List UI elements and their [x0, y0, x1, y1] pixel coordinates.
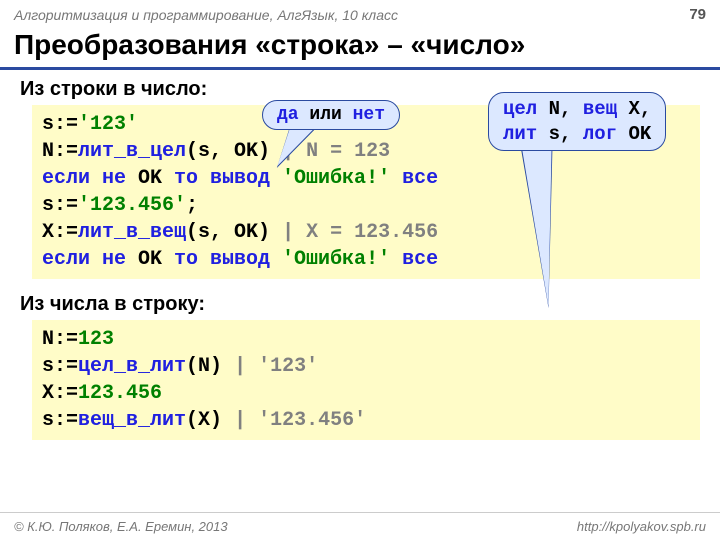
- code-block-2: N:=123 s:=цел_в_лит(N) | '123' X:=123.45…: [32, 320, 700, 440]
- txt: OK: [126, 167, 174, 190]
- slide-footer: © К.Ю. Поляков, Е.А. Еремин, 2013 http:/…: [0, 512, 720, 540]
- kw: цел_в_лит: [78, 355, 186, 378]
- kw: да: [277, 105, 299, 125]
- code-line: s:='123.456';: [42, 192, 690, 219]
- kw: то вывод: [174, 167, 270, 190]
- txt: X:=: [42, 382, 78, 405]
- code-line: если не OK то вывод 'Ошибка!' все: [42, 246, 690, 273]
- kw: нет: [353, 105, 385, 125]
- code-line: X:=лит_в_вещ(s, OK) | X = 123.456: [42, 219, 690, 246]
- txt: X:=: [42, 221, 78, 244]
- str: '123': [78, 113, 138, 136]
- kw: все: [402, 248, 438, 271]
- txt: OK: [126, 248, 174, 271]
- code-line: X:=123.456: [42, 380, 690, 407]
- txt: s:=: [42, 355, 78, 378]
- kw: то вывод: [174, 248, 270, 271]
- comment: | '123': [234, 355, 318, 378]
- comment: | '123.456': [234, 409, 366, 432]
- kw: вещ_в_лит: [78, 409, 186, 432]
- slide-title: Преобразования «строка» – «число»: [0, 27, 720, 70]
- code-line: если не OK то вывод 'Ошибка!' все: [42, 165, 690, 192]
- txt: s:=: [42, 194, 78, 217]
- kw: лит_в_вещ: [78, 221, 186, 244]
- str: '123.456': [78, 194, 186, 217]
- callout-yes-no: да или нет: [262, 100, 400, 130]
- num: 123: [78, 328, 114, 351]
- code-line: s:=цел_в_лит(N) | '123': [42, 353, 690, 380]
- slide-header: Алгоритмизация и программирование, АлгЯз…: [0, 0, 720, 27]
- callout-declarations: цел N, вещ X, лит s, лог OK: [488, 92, 666, 151]
- txt: X,: [617, 98, 651, 120]
- txt: (X): [186, 409, 234, 432]
- txt: N:=: [42, 328, 78, 351]
- page-number: 79: [689, 6, 706, 23]
- kw: цел: [503, 98, 537, 120]
- course-name: Алгоритмизация и программирование, АлгЯз…: [14, 7, 398, 23]
- kw: лог: [583, 123, 617, 145]
- copyright: © К.Ю. Поляков, Е.А. Еремин, 2013: [14, 519, 228, 534]
- txt: (N): [186, 355, 234, 378]
- txt: s,: [537, 123, 583, 145]
- code-line: s:=вещ_в_лит(X) | '123.456': [42, 407, 690, 434]
- txt: s:=: [42, 113, 78, 136]
- section2-label: Из числа в строку:: [0, 285, 720, 318]
- comment: | X = 123.456: [282, 221, 438, 244]
- kw: лит_в_цел: [78, 140, 186, 163]
- kw: если не: [42, 248, 126, 271]
- kw: все: [402, 167, 438, 190]
- footer-url: http://kpolyakov.spb.ru: [577, 519, 706, 534]
- txt: (s, OK): [186, 221, 282, 244]
- num: 123.456: [78, 382, 162, 405]
- str: 'Ошибка!': [270, 248, 402, 271]
- kw: лит: [503, 123, 537, 145]
- txt: ;: [186, 194, 198, 217]
- code-line: N:=123: [42, 326, 690, 353]
- txt: или: [299, 105, 353, 125]
- str: 'Ошибка!': [270, 167, 402, 190]
- kw: если не: [42, 167, 126, 190]
- txt: N:=: [42, 140, 78, 163]
- txt: OK: [617, 123, 651, 145]
- kw: вещ: [583, 98, 617, 120]
- txt: (s, OK): [186, 140, 282, 163]
- txt: N,: [537, 98, 583, 120]
- txt: s:=: [42, 409, 78, 432]
